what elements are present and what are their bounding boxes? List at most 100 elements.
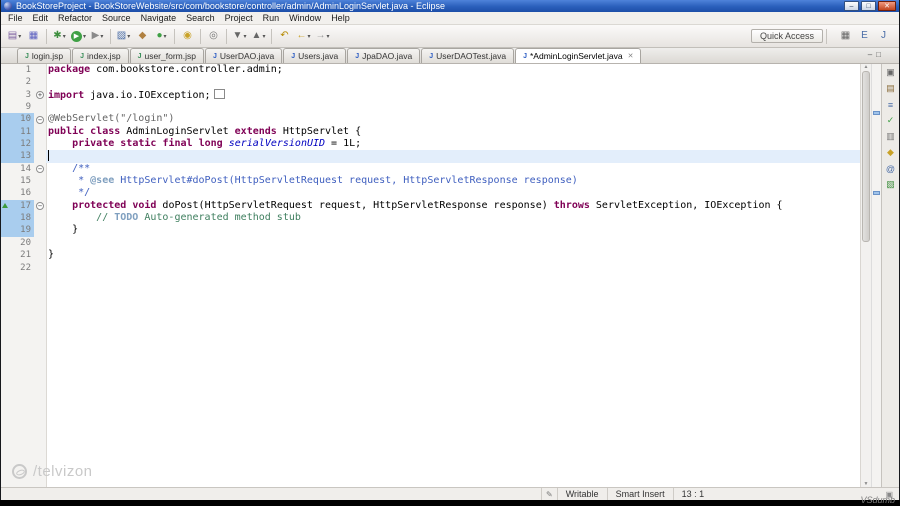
menu-item-refactor[interactable]: Refactor [53, 12, 97, 24]
fold-expanded-icon[interactable]: − [36, 201, 44, 210]
maximize-button[interactable]: □ [861, 1, 876, 11]
run-icon[interactable]: ▶ ▾ [69, 28, 88, 45]
java-perspective-icon[interactable]: J [874, 28, 893, 45]
menu-item-help[interactable]: Help [326, 12, 355, 24]
package-explorer-icon[interactable]: ▤ [884, 82, 898, 95]
fold-cell[interactable]: + [34, 89, 46, 101]
status-bar: ✎ Writable Smart Insert 13 : 1 ▣ [1, 487, 899, 500]
quick-access-button[interactable]: Quick Access [750, 29, 823, 43]
code-token: throws [553, 199, 590, 211]
new-wizard-icon[interactable]: ▤ ▾ [5, 28, 24, 45]
scroll-down-icon[interactable]: ▼ [861, 481, 871, 487]
tab-userdao-java[interactable]: J UserDAO.java [204, 48, 283, 63]
java-ee-perspective-icon[interactable]: E [855, 28, 874, 45]
back-icon[interactable]: ← ▾ [294, 28, 313, 45]
code-text[interactable]: private static final long serialVersionU… [46, 138, 860, 150]
code-token: import [48, 89, 85, 101]
minimize-button[interactable]: – [844, 1, 859, 11]
external-tools-icon[interactable]: ▶ ▾ [88, 28, 107, 45]
fold-expanded-icon[interactable]: − [36, 115, 44, 124]
menu-item-run[interactable]: Run [258, 12, 285, 24]
code-text[interactable]: import java.io.IOException; [46, 88, 860, 101]
watermark-corner: VSdumb [860, 495, 895, 505]
next-annotation-icon[interactable]: ▼ ▾ [230, 28, 249, 45]
menu-item-file[interactable]: File [3, 12, 28, 24]
fold-cell [34, 138, 46, 150]
code-text[interactable] [46, 150, 860, 163]
maximize-view-icon[interactable]: □ [876, 50, 881, 60]
new-java-project-icon[interactable]: ▨ ▾ [114, 28, 133, 45]
fold-expanded-icon[interactable]: − [36, 164, 44, 173]
tab-login-jsp[interactable]: Jlogin.jsp [17, 48, 72, 63]
code-text[interactable] [46, 237, 860, 249]
new-package-icon[interactable]: ◆ [133, 28, 152, 45]
code-text[interactable]: protected void doPost(HttpServletRequest… [46, 200, 860, 212]
fold-collapsed-icon[interactable]: + [36, 90, 44, 99]
menu-item-source[interactable]: Source [97, 12, 136, 24]
open-perspective-icon[interactable]: ▦ [836, 28, 855, 45]
scrollbar-thumb[interactable] [862, 71, 870, 243]
code-text[interactable]: package com.bookstore.controller.admin; [46, 64, 860, 76]
vertical-scrollbar[interactable]: ▲ ▼ [860, 64, 871, 487]
overview-ruler[interactable] [871, 64, 881, 487]
menu-item-navigate[interactable]: Navigate [136, 12, 182, 24]
menu-item-search[interactable]: Search [181, 12, 220, 24]
menu-item-window[interactable]: Window [284, 12, 326, 24]
junit-view-icon[interactable]: ✓ [884, 114, 898, 127]
folded-region-box-icon [213, 88, 225, 99]
scroll-up-icon[interactable]: ▲ [861, 64, 871, 70]
restore-pane-icon[interactable]: ▣ [884, 66, 898, 79]
tab-adminloginservlet-java[interactable]: J *AdminLoginServlet.java ✕ [515, 48, 642, 63]
code-text[interactable]: public class AdminLoginServlet extends H… [46, 126, 860, 138]
right-view-strip: ▣ ▤ ≡ ✓ ▥ ◆ @ ▧ [881, 64, 899, 487]
fold-cell[interactable]: − [34, 200, 46, 212]
overview-mark[interactable] [873, 190, 880, 195]
code-text[interactable]: /** [46, 163, 860, 175]
javadoc-view-icon[interactable]: @ [884, 162, 898, 175]
search-icon[interactable]: ◉ [178, 28, 197, 45]
debug-icon[interactable]: ✱ ▾ [50, 28, 69, 45]
new-package-icon-glyph: ◆ [138, 30, 147, 41]
code-text[interactable] [46, 101, 860, 113]
tab-user-form-jsp[interactable]: Juser_form.jsp [129, 48, 204, 63]
declaration-view-icon[interactable]: ▧ [884, 178, 898, 191]
task-list-icon[interactable]: ▥ [884, 130, 898, 143]
code-editor[interactable]: 1 package com.bookstore.controller.admin;… [1, 64, 860, 487]
previous-annotation-icon[interactable]: ▲ ▾ [249, 28, 268, 45]
fold-cell[interactable]: − [34, 163, 46, 175]
new-class-icon[interactable]: ● ▾ [152, 28, 171, 45]
save-icon[interactable]: ▦ [24, 28, 43, 45]
tab-jpadao-java[interactable]: J JpaDAO.java [347, 48, 421, 63]
title-bar[interactable]: BookStoreProject - BookStoreWebsite/src/… [1, 0, 899, 12]
line-number: 3 [25, 89, 31, 100]
problems-view-icon[interactable]: ◆ [884, 146, 898, 159]
code-text[interactable]: @WebServlet("/login") [46, 113, 860, 125]
code-text[interactable]: // TODO Auto-generated method stub [46, 212, 860, 224]
minimize-view-icon[interactable]: – [868, 50, 872, 60]
code-text[interactable]: * @see HttpServlet#doPost(HttpServletReq… [46, 175, 860, 187]
code-text[interactable]: } [46, 249, 860, 261]
menu-item-project[interactable]: Project [220, 12, 258, 24]
code-text[interactable]: */ [46, 187, 860, 199]
code-text[interactable]: } [46, 224, 860, 236]
fold-cell[interactable]: − [34, 113, 46, 125]
code-text[interactable] [46, 262, 860, 274]
tab-userdaotest-java[interactable]: J UserDAOTest.java [421, 48, 515, 63]
forward-icon[interactable]: → ▾ [313, 28, 332, 45]
overview-mark[interactable] [873, 110, 880, 115]
fold-cell [34, 175, 46, 187]
mark-occurrences-icon[interactable]: ◎ [204, 28, 223, 45]
eclipse-window: BookStoreProject - BookStoreWebsite/src/… [0, 0, 900, 500]
code-line-19: 19 } [1, 224, 860, 237]
last-edit-location-icon[interactable]: ↶ [275, 28, 294, 45]
menu-item-edit[interactable]: Edit [28, 12, 54, 24]
close-button[interactable]: ✕ [878, 1, 896, 11]
tab-index-jsp[interactable]: Jindex.jsp [72, 48, 129, 63]
code-text[interactable] [46, 76, 860, 88]
type-hierarchy-icon[interactable]: ≡ [884, 98, 898, 111]
code-token: com.bookstore.controller.admin; [90, 64, 283, 75]
tab-close-icon[interactable]: ✕ [628, 52, 634, 60]
tab-users-java[interactable]: J Users.java [283, 48, 347, 63]
status-insert-mode[interactable]: Smart Insert [606, 488, 673, 500]
